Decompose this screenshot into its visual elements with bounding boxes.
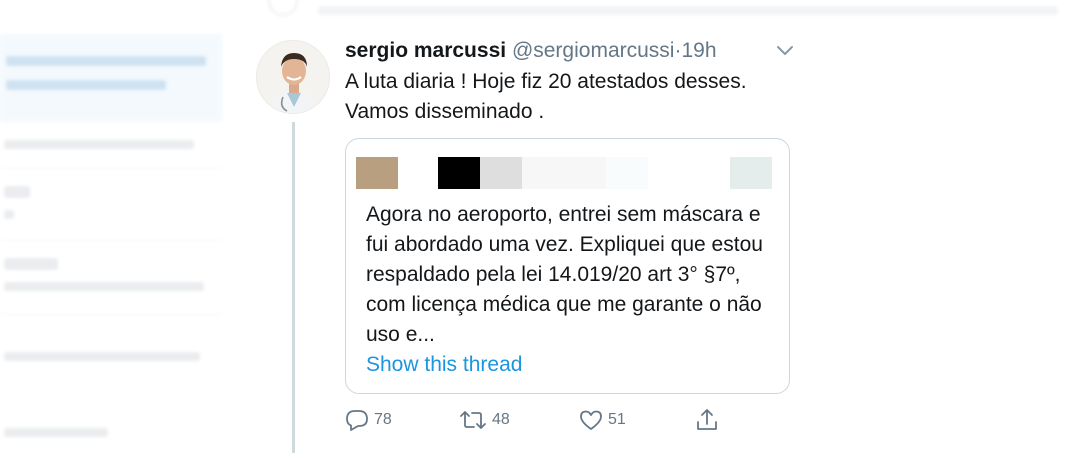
previous-avatar: [268, 0, 298, 16]
sidebar-blur-line: [6, 56, 206, 66]
quoted-tweet-card[interactable]: Agora no aeroporto, entrei sem máscara e…: [345, 138, 790, 394]
quoted-tweet-text: Agora no aeroporto, entrei sem máscara e…: [366, 203, 763, 346]
avatar-image: [257, 41, 329, 113]
retweet-button[interactable]: 48: [458, 406, 510, 434]
sidebar-blur-line: [4, 282, 204, 291]
reply-button[interactable]: 78: [344, 406, 392, 434]
redacted-avatar: [356, 157, 398, 189]
sidebar-blur-line: [4, 352, 200, 361]
like-count: 51: [608, 411, 626, 428]
sidebar-blur-line: [6, 80, 166, 90]
sidebar-divider: [0, 314, 222, 315]
user-handle[interactable]: @sergiomarcussi: [512, 39, 675, 62]
sidebar-divider: [0, 168, 222, 169]
background-sidebar: [0, 0, 226, 453]
avatar[interactable]: [256, 40, 330, 114]
retweet-count: 48: [492, 411, 510, 428]
sidebar-highlight: [0, 34, 222, 122]
tweet-text: A luta diaria ! Hoje fiz 20 atestados de…: [345, 70, 747, 123]
display-name[interactable]: sergio marcussi: [345, 39, 506, 62]
reply-count: 78: [374, 411, 392, 428]
show-thread-link[interactable]: Show this thread: [366, 350, 522, 380]
redacted-name-block: [606, 157, 648, 189]
sidebar-blur-line: [4, 210, 14, 219]
timestamp[interactable]: 19h: [681, 39, 716, 62]
redacted-name-block: [730, 157, 772, 189]
chevron-down-icon[interactable]: [776, 44, 794, 58]
share-icon: [694, 407, 720, 433]
redacted-name-block: [480, 157, 522, 189]
sidebar-blur-line: [4, 186, 30, 198]
sidebar-divider: [0, 240, 222, 241]
sidebar-blur-line: [4, 258, 58, 270]
previous-tweet-strip: [262, 0, 1062, 22]
share-button[interactable]: [694, 406, 720, 434]
like-button[interactable]: 51: [578, 406, 626, 434]
thread-connector-line: [292, 122, 295, 453]
previous-tweet-blur-line: [318, 6, 1058, 15]
retweet-icon: [458, 408, 488, 432]
sidebar-blur-line: [4, 140, 194, 149]
redacted-name-block: [438, 157, 480, 189]
sidebar-blur-line: [4, 428, 108, 437]
like-icon: [578, 408, 604, 432]
redacted-name-block: [522, 157, 606, 189]
reply-icon: [344, 408, 370, 432]
tweet-header: sergio marcussi @sergiomarcussi·19h: [345, 37, 717, 65]
